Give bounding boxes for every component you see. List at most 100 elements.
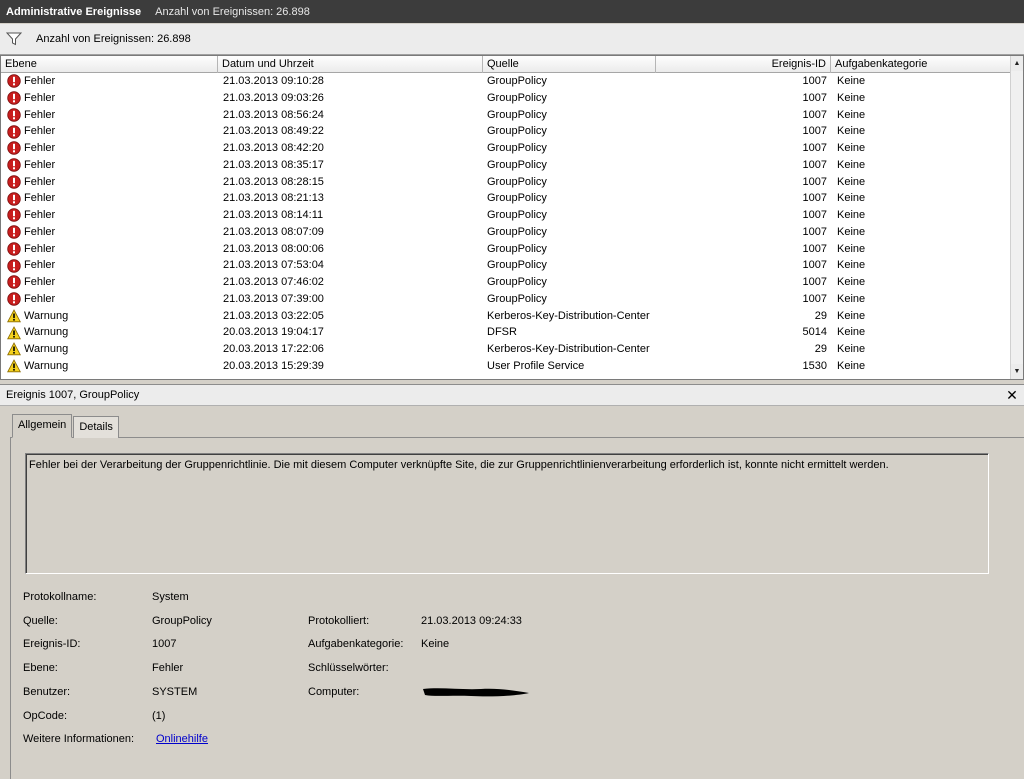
- cell-datetime: 21.03.2013 08:28:15: [223, 175, 324, 188]
- scroll-up-icon[interactable]: ▲: [1011, 56, 1023, 71]
- cell-task-category: Keine: [837, 175, 866, 188]
- level-text: Fehler: [24, 108, 56, 121]
- value-opcode: (1): [152, 710, 166, 722]
- cell-source: GroupPolicy: [487, 292, 547, 305]
- cell-event-id: 1007: [802, 108, 827, 121]
- cell-event-id: 1007: [802, 225, 827, 238]
- cell-source: GroupPolicy: [487, 276, 547, 288]
- label-source: Quelle:: [23, 615, 58, 627]
- cell-event-id: 1530: [802, 359, 827, 372]
- table-row[interactable]: Fehler 21.03.2013 07:46:02 GroupPolicy 1007…: [1, 274, 1011, 291]
- cell-event-id: 1007: [802, 242, 827, 255]
- table-row[interactable]: Fehler 21.03.2013 09:03:26 GroupPolicy 1007…: [1, 90, 1011, 107]
- cell-source: GroupPolicy: [487, 158, 547, 171]
- level-text: Fehler: [24, 225, 56, 238]
- cell-source: GroupPolicy: [487, 175, 547, 188]
- cell-datetime: 21.03.2013 08:49:22: [223, 125, 324, 138]
- cell-datetime: 21.03.2013 07:53:04: [223, 259, 324, 272]
- cell-task-category: Keine: [837, 276, 866, 288]
- cell-source: Kerberos-Key-Distribution-Center: [487, 309, 650, 322]
- table-row[interactable]: Fehler 21.03.2013 08:35:17 GroupPolicy 1007…: [1, 157, 1011, 174]
- table-row[interactable]: Fehler 21.03.2013 08:00:06 GroupPolicy 1007…: [1, 241, 1011, 258]
- cell-level: Fehler: [7, 140, 215, 157]
- cell-level: Fehler: [7, 291, 215, 308]
- cell-task-category: Keine: [837, 359, 866, 372]
- level-text: Fehler: [24, 192, 56, 205]
- event-list[interactable]: Ebene Datum und Uhrzeit Quelle Ereignis-…: [0, 55, 1024, 380]
- table-row[interactable]: Fehler 21.03.2013 08:14:11 GroupPolicy 1007…: [1, 207, 1011, 224]
- cell-level: Warnung: [7, 308, 215, 325]
- cell-event-id: 1007: [802, 158, 827, 171]
- cell-datetime: 21.03.2013 08:42:20: [223, 142, 324, 154]
- cell-datetime: 20.03.2013 19:04:17: [223, 326, 324, 339]
- table-row[interactable]: Fehler 21.03.2013 08:56:24 GroupPolicy 1007…: [1, 107, 1011, 124]
- label-level: Ebene:: [23, 662, 58, 674]
- cell-task-category: Keine: [837, 259, 866, 272]
- cell-datetime: 21.03.2013 08:21:13: [223, 192, 324, 205]
- cell-datetime: 21.03.2013 07:39:00: [223, 292, 324, 305]
- table-row[interactable]: Fehler 21.03.2013 07:53:04 GroupPolicy 1007…: [1, 257, 1011, 274]
- cell-level: Fehler: [7, 224, 215, 241]
- filter-funnel-icon[interactable]: [6, 32, 22, 46]
- warning-icon: [7, 325, 21, 340]
- table-row[interactable]: Fehler 21.03.2013 07:39:00 GroupPolicy 1007…: [1, 291, 1011, 308]
- cell-level: Fehler: [7, 123, 215, 140]
- level-text: Warnung: [24, 359, 69, 372]
- table-row[interactable]: Fehler 21.03.2013 08:21:13 GroupPolicy 1007…: [1, 190, 1011, 207]
- column-header-source[interactable]: Quelle: [483, 56, 656, 73]
- cell-task-category: Keine: [837, 75, 866, 87]
- close-icon[interactable]: ✕: [1004, 387, 1020, 403]
- cell-event-id: 1007: [802, 292, 827, 305]
- table-row[interactable]: Warnung 20.03.2013 19:04:17 DFSR 5014 Keine: [1, 324, 1011, 341]
- cell-source: GroupPolicy: [487, 125, 547, 138]
- level-text: Fehler: [24, 242, 56, 255]
- warning-icon: [7, 309, 21, 323]
- error-icon: [7, 74, 21, 89]
- cell-datetime: 21.03.2013 03:22:05: [223, 309, 324, 322]
- online-help-link[interactable]: Onlinehilfe: [156, 733, 208, 745]
- cell-source: GroupPolicy: [487, 209, 547, 221]
- table-row[interactable]: Warnung 21.03.2013 03:22:05 Kerberos-Key-D…: [1, 308, 1011, 325]
- cell-level: Fehler: [7, 157, 215, 174]
- cell-task-category: Keine: [837, 242, 866, 255]
- event-rows: Fehler 21.03.2013 09:10:28 GroupPolicy 1007…: [1, 73, 1011, 375]
- cell-datetime: 21.03.2013 09:10:28: [223, 75, 324, 87]
- cell-datetime: 21.03.2013 08:35:17: [223, 158, 324, 171]
- cell-level: Warnung: [7, 324, 215, 341]
- cell-level: Fehler: [7, 190, 215, 207]
- table-row[interactable]: Fehler 21.03.2013 08:42:20 GroupPolicy 1007…: [1, 140, 1011, 157]
- event-message[interactable]: Fehler bei der Verarbeitung der Gruppenr…: [25, 453, 989, 574]
- tab-details[interactable]: Details: [73, 416, 119, 438]
- tab-allgemein[interactable]: Allgemein: [12, 414, 73, 438]
- event-list-scrollbar[interactable]: ▲ ▼: [1010, 56, 1023, 379]
- error-icon: [7, 158, 21, 172]
- cell-task-category: Keine: [837, 158, 866, 171]
- cell-event-id: 1007: [802, 276, 827, 288]
- error-icon: [7, 91, 21, 105]
- column-header-level[interactable]: Ebene: [1, 56, 218, 73]
- scroll-down-icon[interactable]: ▼: [1011, 364, 1023, 379]
- table-row[interactable]: Fehler 21.03.2013 08:07:09 GroupPolicy 1007…: [1, 224, 1011, 241]
- table-row[interactable]: Fehler 21.03.2013 09:10:28 GroupPolicy 1007…: [1, 73, 1011, 90]
- label-task-category: Aufgabenkategorie:: [308, 638, 404, 650]
- column-header-task-category[interactable]: Aufgabenkategorie: [831, 56, 1011, 73]
- table-row[interactable]: Fehler 21.03.2013 08:49:22 GroupPolicy 1007…: [1, 123, 1011, 140]
- value-log-name: System: [152, 591, 189, 603]
- cell-source: User Profile Service: [487, 359, 585, 372]
- detail-title: Ereignis 1007, GroupPolicy: [6, 389, 140, 401]
- column-header-datetime[interactable]: Datum und Uhrzeit: [218, 56, 483, 73]
- level-text: Fehler: [24, 142, 56, 154]
- value-logged: 21.03.2013 09:24:33: [421, 615, 522, 627]
- level-text: Warnung: [24, 343, 69, 355]
- cell-source: GroupPolicy: [487, 91, 547, 104]
- filter-summary: Anzahl von Ereignissen: 26.898: [36, 33, 191, 45]
- level-text: Warnung: [24, 326, 69, 339]
- label-keywords: Schlüsselwörter:: [308, 662, 389, 674]
- cell-level: Warnung: [7, 341, 215, 358]
- table-row[interactable]: Fehler 21.03.2013 08:28:15 GroupPolicy 1007…: [1, 174, 1011, 191]
- warning-icon: [7, 342, 21, 356]
- table-row[interactable]: Warnung 20.03.2013 15:29:39 User Profile S…: [1, 358, 1011, 375]
- column-header-event-id[interactable]: Ereignis-ID: [656, 56, 831, 73]
- title-bar: Administrative Ereignisse Anzahl von Ere…: [0, 0, 1024, 23]
- table-row[interactable]: Warnung 20.03.2013 17:22:06 Kerberos-Key-D…: [1, 341, 1011, 358]
